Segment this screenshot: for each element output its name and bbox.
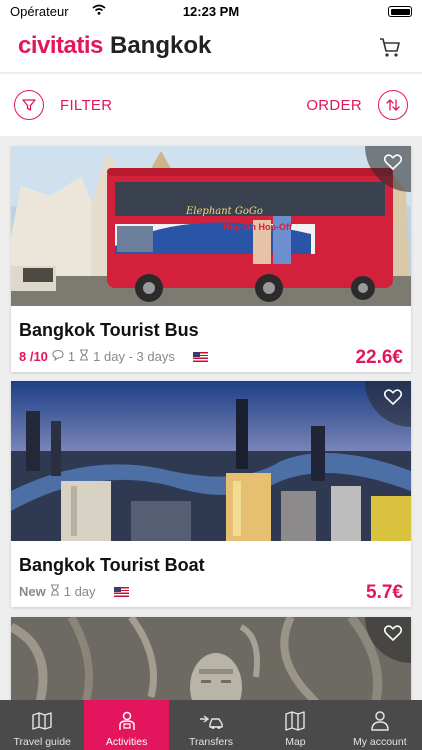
- filter-button[interactable]: [14, 90, 44, 120]
- activity-meta: New 1 day: [19, 584, 129, 599]
- user-icon: [369, 710, 391, 735]
- civitatis-logo[interactable]: civitatis: [18, 32, 103, 60]
- comment-icon: [52, 349, 64, 364]
- heart-icon: [384, 154, 402, 170]
- hourglass-icon: [50, 584, 60, 599]
- tab-label: Activities: [105, 736, 148, 748]
- filter-label[interactable]: FILTER: [60, 97, 112, 114]
- us-flag-icon: [192, 351, 208, 362]
- us-flag-icon: [113, 586, 129, 597]
- activity-title[interactable]: Bangkok Tourist Boat: [19, 555, 205, 576]
- bus-brand-text: Elephant GoGo: [185, 206, 263, 217]
- heart-icon: [384, 389, 402, 405]
- tab-my-account[interactable]: My account: [338, 700, 422, 750]
- tab-label: My account: [352, 736, 407, 748]
- battery-icon: [388, 6, 412, 17]
- page-title: Bangkok: [110, 32, 212, 59]
- order-button[interactable]: [378, 90, 408, 120]
- activity-image: Elephant GoGo Hop-On Hop-Off: [11, 146, 411, 306]
- bus-tagline-text: Hop-On Hop-Off: [223, 222, 293, 232]
- activity-title[interactable]: Bangkok Tourist Bus: [19, 320, 199, 341]
- app-header: civitatis Bangkok: [0, 24, 422, 72]
- activity-card[interactable]: Bangkok Tourist Boat New 1 day 5.7€: [11, 381, 411, 607]
- sort-arrows-icon: [386, 99, 400, 111]
- hourglass-icon: [79, 349, 89, 364]
- duration-label: 1 day: [63, 584, 96, 599]
- bottom-tab-bar: Travel guide Activities Transfers Map My…: [0, 700, 422, 750]
- price-label: 22.6€: [355, 347, 403, 368]
- status-bar: Opérateur 12:23 PM: [0, 0, 422, 24]
- cart-icon[interactable]: [378, 36, 402, 60]
- transfer-car-icon: [198, 710, 224, 735]
- rating-score: 8 /10: [19, 349, 48, 364]
- filter-toolbar: FILTER ORDER: [0, 74, 422, 136]
- map-book-icon: [31, 710, 53, 735]
- person-icon: [116, 710, 138, 735]
- tab-travel-guide[interactable]: Travel guide: [0, 700, 84, 750]
- activity-meta: 8 /10 1 1 day - 3 days: [19, 349, 208, 364]
- heart-icon: [384, 625, 402, 641]
- tab-activities[interactable]: Activities: [84, 700, 169, 750]
- tab-label: Travel guide: [13, 736, 71, 748]
- order-label[interactable]: ORDER: [306, 97, 362, 114]
- map-icon: [284, 710, 306, 735]
- new-badge: New: [19, 584, 46, 599]
- tab-label: Transfers: [189, 736, 233, 748]
- activity-image: [11, 381, 411, 541]
- activity-card[interactable]: Elephant GoGo Hop-On Hop-Off Bangkok Tou…: [11, 146, 411, 372]
- tab-map[interactable]: Map: [253, 700, 337, 750]
- tab-label: Map: [285, 736, 306, 748]
- review-count: 1: [67, 349, 76, 364]
- price-label: 5.7€: [366, 582, 403, 603]
- funnel-icon: [22, 99, 36, 111]
- duration-label: 1 day - 3 days: [93, 349, 175, 364]
- clock: 12:23 PM: [182, 4, 240, 19]
- tab-transfers[interactable]: Transfers: [169, 700, 253, 750]
